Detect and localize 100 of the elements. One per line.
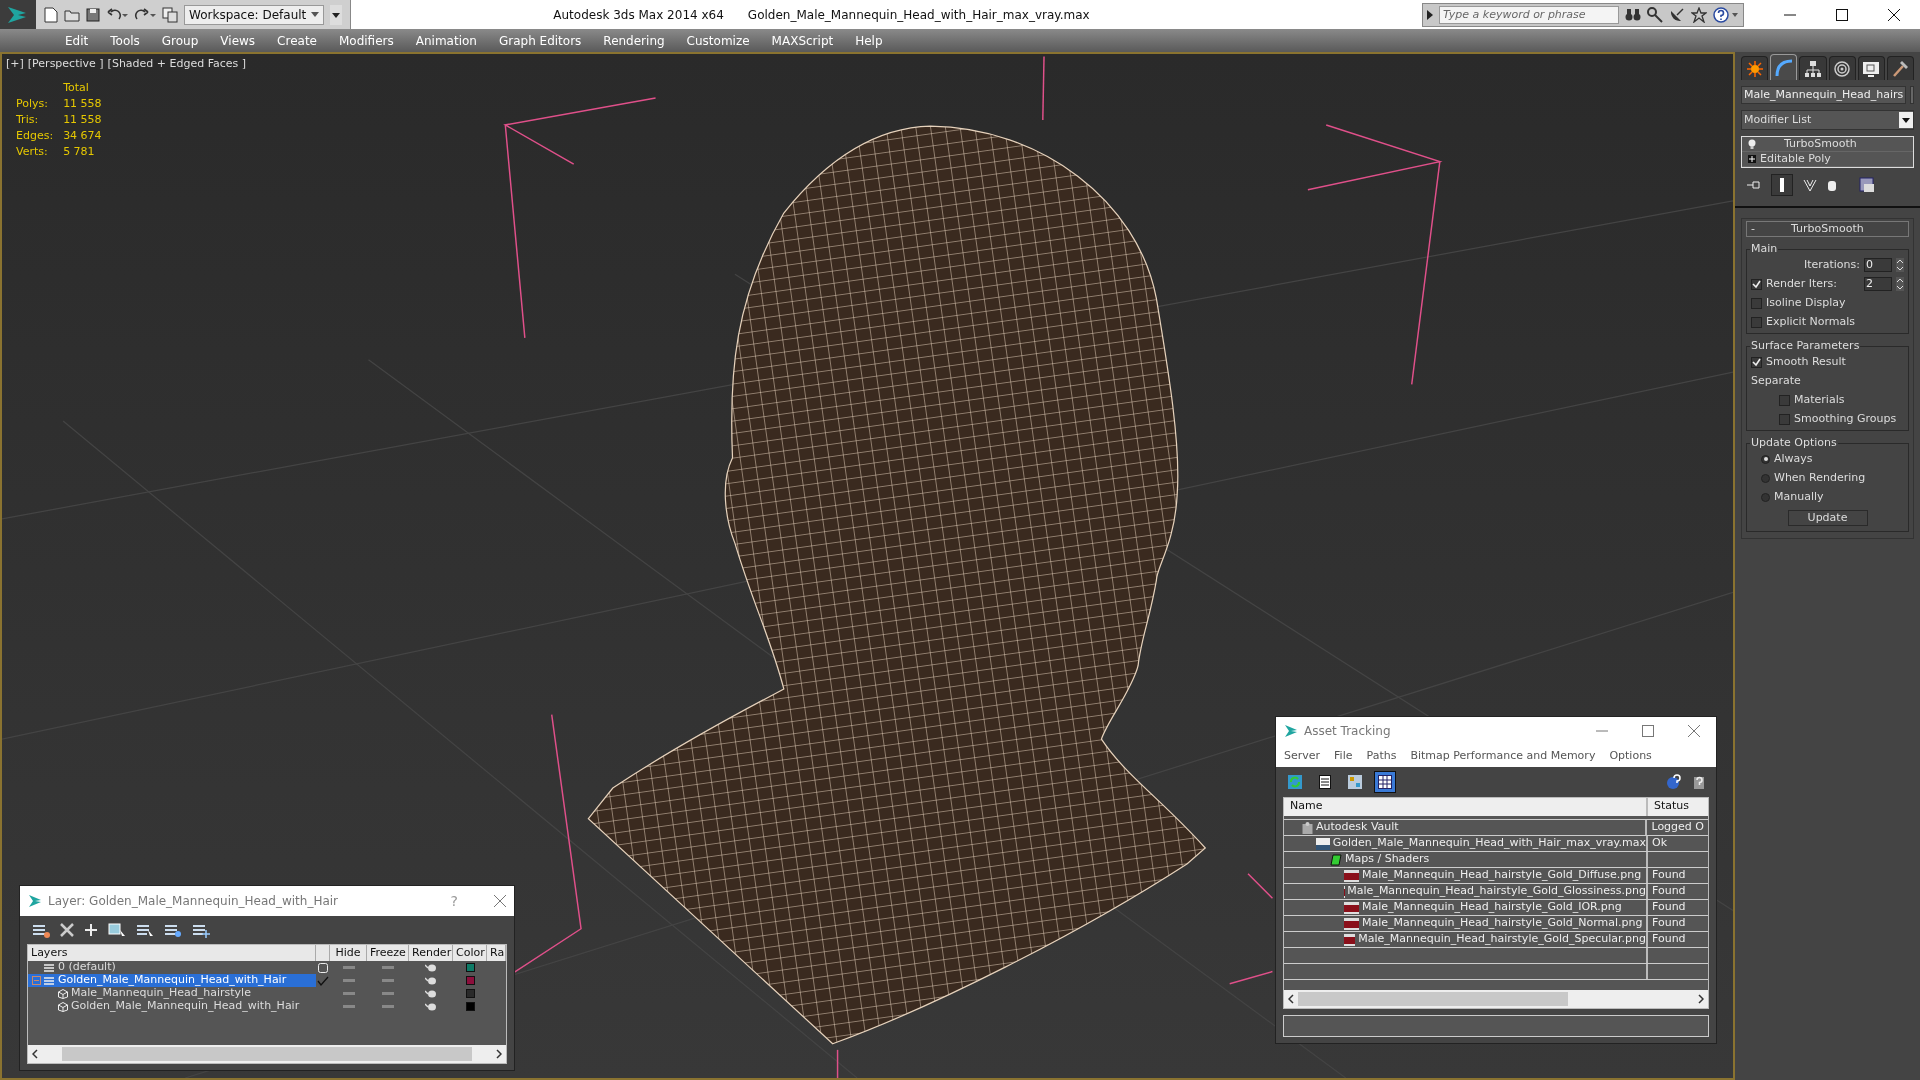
freeze-layer-icon[interactable] bbox=[192, 922, 210, 938]
make-unique-icon[interactable] bbox=[1803, 178, 1817, 192]
menu-item[interactable]: Tools bbox=[99, 31, 151, 50]
command-panel-tab[interactable] bbox=[1828, 56, 1856, 80]
menu-item[interactable]: Options bbox=[1609, 747, 1652, 765]
delete-icon[interactable] bbox=[60, 923, 74, 937]
new-layer-icon[interactable] bbox=[32, 922, 50, 938]
asset-row[interactable]: Golden_Male_Mannequin_Head_with_Hair_max_vray.max bbox=[1284, 836, 1648, 851]
spinner-arrows-icon[interactable] bbox=[1896, 258, 1904, 272]
asset-row[interactable]: Male_Mannequin_Head_hairstyle_Gold_Specular.png bbox=[1284, 932, 1648, 947]
pin-stack-icon[interactable] bbox=[1747, 180, 1761, 190]
hide-toggle-icon[interactable] bbox=[342, 1005, 355, 1008]
modifier-stack-item[interactable]: TurboSmooth bbox=[1742, 137, 1913, 152]
viewport-label[interactable]: [+] bbox=[6, 56, 24, 73]
command-panel-tab[interactable] bbox=[1799, 56, 1827, 80]
layer-color-swatch[interactable] bbox=[465, 963, 475, 972]
column-header[interactable]: Name bbox=[1284, 798, 1648, 816]
column-header[interactable]: Freeze bbox=[367, 945, 409, 961]
teapot-icon[interactable] bbox=[425, 1002, 437, 1011]
checkbox[interactable] bbox=[1779, 413, 1790, 425]
layer-color-swatch[interactable] bbox=[465, 989, 475, 998]
scroll-left-icon[interactable] bbox=[32, 1049, 38, 1059]
show-end-result-icon[interactable] bbox=[1771, 174, 1793, 196]
column-header[interactable]: Color bbox=[453, 945, 487, 961]
scroll-right-icon[interactable] bbox=[1698, 994, 1704, 1004]
freeze-toggle-icon[interactable] bbox=[382, 1005, 394, 1008]
column-header[interactable]: Hide bbox=[330, 945, 367, 961]
asset-row[interactable]: Male_Mannequin_Head_hairstyle_Gold_Normal.png bbox=[1284, 916, 1648, 931]
spinner-field[interactable]: 0 bbox=[1864, 258, 1892, 272]
asset-row[interactable]: Male_Mannequin_Head_hairstyle_Gold_IOR.png bbox=[1284, 900, 1648, 915]
update-button[interactable]: Update bbox=[1787, 510, 1868, 526]
dropdown-arrow-icon[interactable] bbox=[311, 11, 319, 18]
menu-item[interactable]: Bitmap Performance and Memory bbox=[1410, 747, 1596, 765]
globe-help-icon[interactable] bbox=[1666, 774, 1682, 790]
menu-item[interactable]: Server bbox=[1284, 747, 1321, 765]
menu-item[interactable]: Animation bbox=[404, 31, 488, 50]
radio-button[interactable] bbox=[1761, 473, 1770, 483]
freeze-toggle-icon[interactable] bbox=[382, 992, 394, 995]
menu-item[interactable]: Views bbox=[209, 31, 267, 50]
menu-item[interactable]: Customize bbox=[675, 31, 761, 50]
layer-row[interactable]: Male_Mannequin_Head_hairstyle bbox=[28, 987, 316, 1000]
scroll-right-icon[interactable] bbox=[496, 1049, 502, 1059]
configure-sets-icon[interactable] bbox=[1859, 177, 1875, 193]
radio-button[interactable] bbox=[1761, 492, 1770, 502]
checkmark-icon[interactable] bbox=[317, 975, 329, 986]
scrollbar-thumb[interactable] bbox=[62, 1047, 472, 1061]
menu-item[interactable]: Paths bbox=[1366, 747, 1397, 765]
maximize-icon[interactable] bbox=[1836, 8, 1848, 21]
menu-item[interactable]: Group bbox=[150, 31, 210, 50]
satellite-dish-icon[interactable] bbox=[1669, 6, 1685, 23]
command-panel-tab[interactable] bbox=[1741, 56, 1769, 80]
open-folder-icon[interactable] bbox=[64, 7, 80, 22]
layer-color-swatch[interactable] bbox=[465, 976, 475, 985]
layer-color-swatch[interactable] bbox=[465, 1002, 475, 1011]
asset-row[interactable]: Male_Mannequin_Head_hairstyle_Gold_Glossiness.png bbox=[1284, 884, 1648, 899]
menu-item[interactable]: Edit bbox=[54, 31, 100, 50]
checkbox[interactable] bbox=[1751, 316, 1762, 328]
lightbulb-icon[interactable] bbox=[1748, 139, 1756, 149]
help-icon[interactable] bbox=[1713, 6, 1739, 23]
redo-icon[interactable] bbox=[134, 7, 156, 22]
teapot-icon[interactable] bbox=[425, 963, 437, 972]
menu-item[interactable]: Graph Editors bbox=[487, 31, 593, 50]
workspace-dropdown[interactable]: Workspace: Default bbox=[184, 4, 324, 25]
radio-button[interactable] bbox=[1761, 454, 1770, 464]
object-name-field[interactable]: Male_Mannequin_Head_hairs bbox=[1741, 86, 1907, 104]
menu-item[interactable]: File bbox=[1334, 747, 1353, 765]
menu-item[interactable]: MAXScript bbox=[760, 31, 845, 50]
select-layer-icon[interactable] bbox=[136, 922, 154, 938]
highlight-layer-icon[interactable] bbox=[164, 922, 182, 938]
add-icon[interactable] bbox=[84, 923, 98, 937]
spinner-field[interactable]: 2 bbox=[1864, 277, 1892, 291]
menu-item[interactable]: Modifiers bbox=[327, 31, 405, 50]
rollout-header[interactable]: - TurboSmooth bbox=[1746, 221, 1909, 237]
layer-row[interactable]: Golden_Male_Mannequin_Head_with_Hair bbox=[28, 974, 316, 987]
teapot-icon[interactable] bbox=[425, 976, 437, 985]
modifier-list-dropdown[interactable]: Modifier List bbox=[1741, 110, 1914, 130]
freeze-toggle-icon[interactable] bbox=[382, 979, 394, 982]
checkbox[interactable] bbox=[1751, 356, 1762, 368]
remove-modifier-icon[interactable] bbox=[1827, 178, 1837, 192]
hide-toggle-icon[interactable] bbox=[342, 979, 355, 982]
expand-arrow-icon[interactable] bbox=[1427, 9, 1433, 20]
project-folder-icon[interactable] bbox=[162, 6, 178, 23]
menu-item[interactable]: Help bbox=[844, 31, 894, 50]
scroll-left-icon[interactable] bbox=[1288, 994, 1294, 1004]
viewport-label[interactable]: [Perspective ] bbox=[27, 56, 104, 73]
command-panel-tab[interactable] bbox=[1886, 56, 1915, 80]
expand-icon[interactable] bbox=[1748, 155, 1756, 163]
viewport-label[interactable]: [Shaded + Edged Faces ] bbox=[107, 56, 247, 73]
menu-item[interactable]: Create bbox=[266, 31, 328, 50]
star-icon[interactable] bbox=[1691, 6, 1707, 23]
close-icon[interactable] bbox=[1888, 8, 1900, 21]
binoculars-icon[interactable] bbox=[1625, 7, 1641, 22]
column-header[interactable]: Layers bbox=[28, 945, 316, 961]
spinner-arrows-icon[interactable] bbox=[1896, 277, 1904, 291]
asset-row[interactable]: Maps / Shaders bbox=[1284, 852, 1648, 867]
table-view-button[interactable] bbox=[1374, 771, 1396, 793]
freeze-toggle-icon[interactable] bbox=[382, 966, 394, 969]
search-field[interactable]: Type a keyword or phrase bbox=[1439, 5, 1619, 24]
layer-row[interactable]: Golden_Male_Mannequin_Head_with_Hair bbox=[28, 1000, 316, 1013]
column-header[interactable]: Status bbox=[1648, 798, 1708, 816]
